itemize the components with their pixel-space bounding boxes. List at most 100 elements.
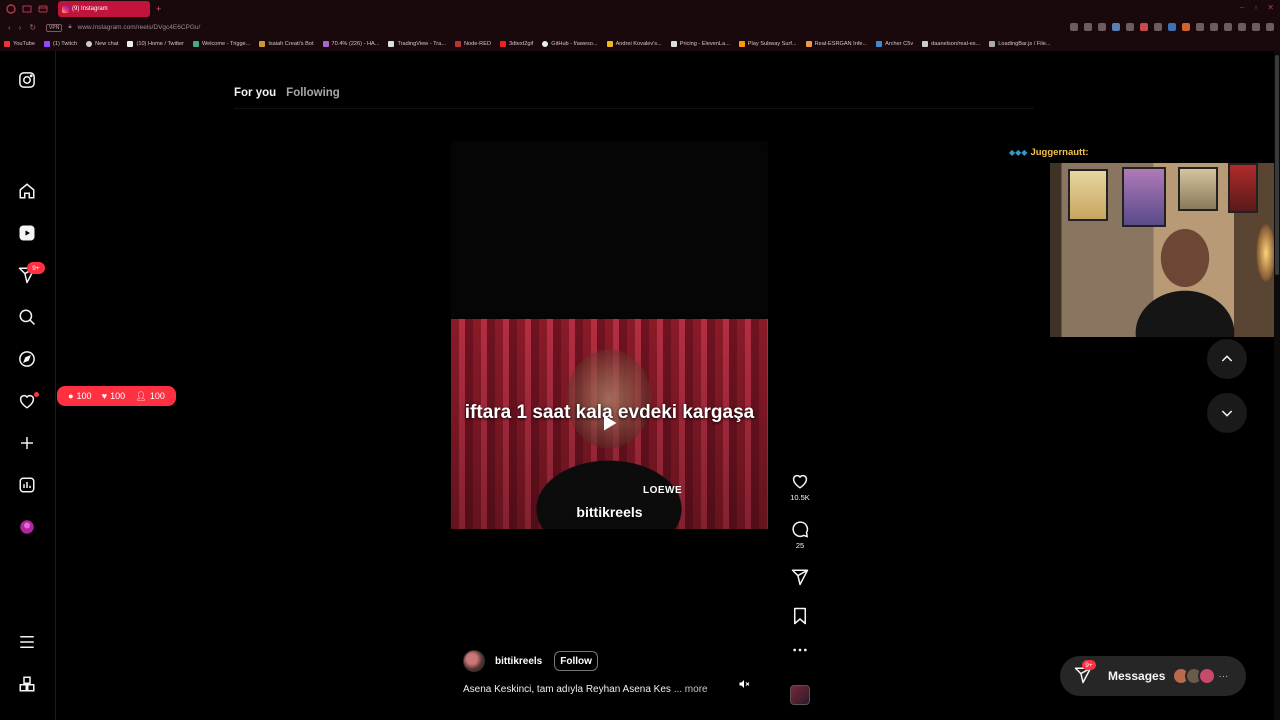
search-icon[interactable] [14, 304, 40, 330]
more-icon: ··· [1218, 670, 1229, 682]
apps-icon[interactable] [14, 671, 40, 697]
follow-button[interactable]: Follow [554, 651, 598, 671]
share-icon[interactable] [791, 568, 809, 586]
back-icon[interactable]: ‹ [8, 23, 11, 32]
chat-icon[interactable] [1196, 23, 1204, 31]
tab-for-you[interactable]: For you [234, 87, 276, 99]
reel-caption: Asena Keskinci, tam adıyla Reyhan Asena … [463, 684, 708, 695]
browser-menu-lines-icon[interactable] [1266, 23, 1274, 31]
like-action[interactable]: 10.5K [786, 472, 814, 502]
bookmark-item[interactable]: Play Subway Surf... [738, 41, 797, 47]
bookmark-item[interactable]: (10) Home / Twitter [127, 41, 184, 47]
mute-icon[interactable] [738, 678, 752, 692]
download-icon[interactable] [1224, 23, 1232, 31]
bookmark-item[interactable]: Pricing - ElevenLa... [670, 41, 730, 47]
pin-icon[interactable] [1084, 23, 1092, 31]
more-icon[interactable] [792, 647, 808, 653]
follow-count: 👤︎ 100 [135, 390, 165, 402]
audio-thumbnail[interactable] [790, 685, 810, 705]
reels-icon[interactable] [14, 220, 40, 246]
bookmark-item[interactable]: (1) Twitch [43, 41, 77, 47]
tab-following[interactable]: Following [286, 87, 340, 99]
bookmark-item[interactable]: Node-RED [454, 41, 491, 47]
zoom-icon[interactable] [1070, 23, 1078, 31]
play-icon[interactable] [597, 411, 621, 435]
like-heart-icon[interactable] [791, 472, 809, 490]
browser-tab-active[interactable]: (9) Instagram [58, 1, 150, 17]
bookmark-item[interactable]: 3dtext2gif [499, 41, 533, 47]
bookmark-item[interactable]: YouTube [4, 41, 35, 47]
notification-dot [34, 392, 39, 397]
share-action[interactable] [786, 568, 814, 586]
person-icon: 👤︎ [135, 390, 147, 401]
bookmark-item[interactable]: Isaiah Creati's Bot [259, 41, 314, 47]
messages-badge: 9+ [1082, 660, 1096, 670]
profile-avatar[interactable] [14, 514, 40, 540]
more-options-action[interactable] [786, 647, 814, 653]
cube-icon[interactable] [1210, 23, 1218, 31]
comment-icon[interactable] [791, 520, 809, 538]
minimize-icon[interactable]: – [1240, 3, 1244, 12]
bookmark-item[interactable]: GitHub - f/aweso... [542, 41, 598, 47]
lock-icon[interactable]: 🔒︎ [68, 24, 71, 31]
extension-red-icon[interactable] [1140, 23, 1148, 31]
home-icon[interactable] [14, 178, 40, 204]
page-scrollbar[interactable] [1274, 51, 1280, 720]
extension-blue-icon[interactable] [1168, 23, 1176, 31]
reel-video[interactable]: LOEWE iftara 1 saat kala evdeki kargaşa … [451, 141, 768, 706]
author-username[interactable]: bittikreels [495, 656, 542, 667]
divider [234, 108, 1034, 109]
webcam-overlay [1050, 163, 1280, 337]
extension-orange-icon[interactable] [1182, 23, 1190, 31]
stream-viewer-label: ◆◆◆ Juggernautt: [1009, 147, 1089, 158]
viewer-name: Juggernautt: [1030, 147, 1089, 158]
dashboard-icon[interactable] [14, 472, 40, 498]
like-count-label: 10.5K [790, 493, 810, 502]
bookmark-item[interactable]: Welcome - Trigge... [192, 41, 250, 47]
ai-icon[interactable] [1252, 23, 1260, 31]
bookmark-item[interactable]: Real-ESRGAN Infe... [805, 41, 867, 47]
bookmark-item[interactable]: daanelson/real-es... [922, 41, 980, 47]
close-window-icon[interactable]: ✕ [1267, 3, 1274, 12]
activity-notification-pill[interactable]: ● 100 ♥ 100 👤︎ 100 [57, 386, 176, 406]
snapshot-icon[interactable] [1098, 23, 1106, 31]
forward-icon[interactable]: › [19, 23, 22, 32]
reel-author: bittikreels Follow [463, 650, 598, 672]
shield-icon[interactable] [1112, 23, 1120, 31]
vpn-badge[interactable]: VPN [46, 23, 63, 32]
bookmark-item[interactable]: New chat [86, 41, 118, 47]
new-tab-button[interactable]: + [156, 4, 161, 14]
more-menu-icon[interactable] [14, 629, 40, 655]
url-field[interactable]: www.instagram.com/reels/DVgc4E6CPGu/ [78, 24, 201, 31]
previous-reel-button[interactable] [1207, 339, 1247, 379]
caption-more-link[interactable]: ... more [674, 684, 708, 695]
messenger-icon: 9+ [1074, 660, 1096, 686]
explore-icon[interactable] [14, 346, 40, 372]
reload-icon[interactable]: ↻ [29, 23, 36, 32]
comment-action[interactable]: 25 [786, 520, 814, 550]
browser-tabbar: (9) Instagram + – ▫ ✕ [0, 0, 1280, 18]
browser-menu-icon[interactable] [6, 4, 16, 14]
bookmark-item[interactable]: TradingView - Tra... [388, 41, 446, 47]
workspace-icon[interactable] [22, 4, 32, 14]
maximize-icon[interactable]: ▫ [1254, 3, 1257, 12]
bookmark-icon[interactable] [792, 607, 808, 625]
create-icon[interactable] [14, 430, 40, 456]
bookmark-item[interactable]: 70.4% (226) - HA... [322, 41, 379, 47]
save-action[interactable] [786, 607, 814, 625]
scrollbar-thumb[interactable] [1275, 55, 1279, 275]
bookmark-item[interactable]: LoadingBar.js / File... [989, 41, 1051, 47]
tab-list-icon[interactable] [38, 4, 48, 14]
favorite-icon[interactable] [1126, 23, 1134, 31]
author-avatar[interactable] [463, 650, 485, 672]
next-reel-button[interactable] [1207, 393, 1247, 433]
screenshot-icon[interactable] [1238, 23, 1246, 31]
comment-bubble-icon: ● [68, 391, 74, 401]
bookmark-item[interactable]: Archer C5v [876, 41, 913, 47]
extension-toolbar [1070, 23, 1274, 31]
player-icon[interactable] [1154, 23, 1162, 31]
instagram-favicon-icon [62, 5, 69, 13]
messages-button[interactable]: 9+ Messages ··· [1060, 656, 1246, 696]
instagram-logo-icon[interactable] [14, 67, 40, 93]
bookmark-item[interactable]: Andrei Kovalev's... [606, 41, 662, 47]
